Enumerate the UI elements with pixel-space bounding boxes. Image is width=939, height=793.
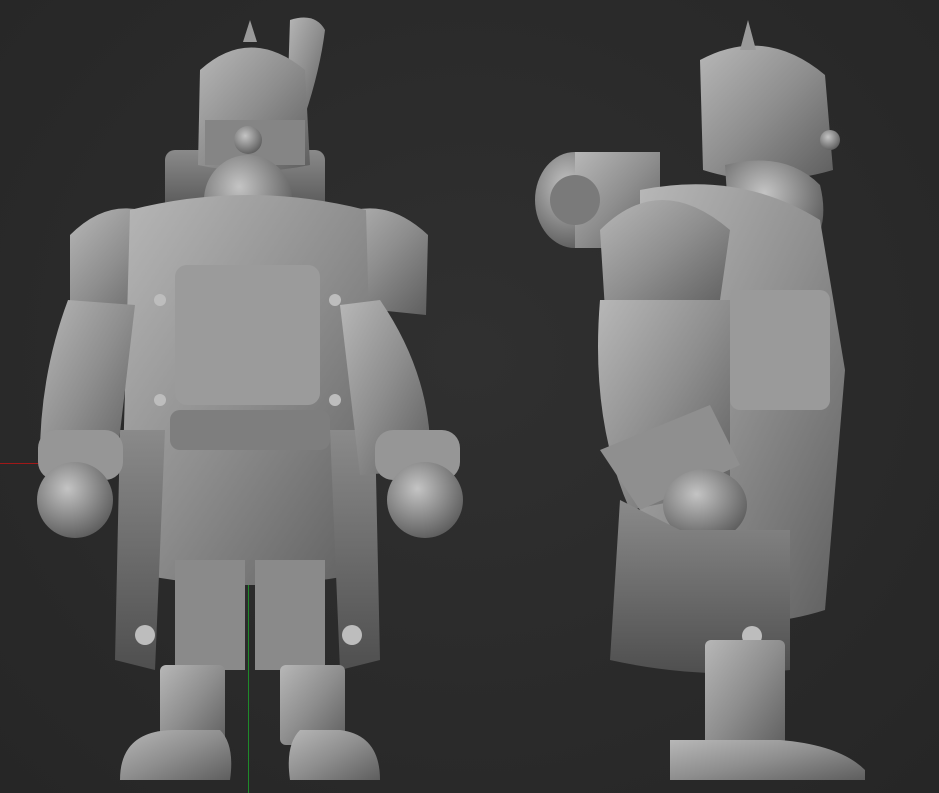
front-view-figure — [37, 17, 463, 780]
sculpt-render — [37, 17, 865, 780]
3d-viewport[interactable] — [0, 0, 939, 793]
side-view-figure — [535, 20, 865, 780]
